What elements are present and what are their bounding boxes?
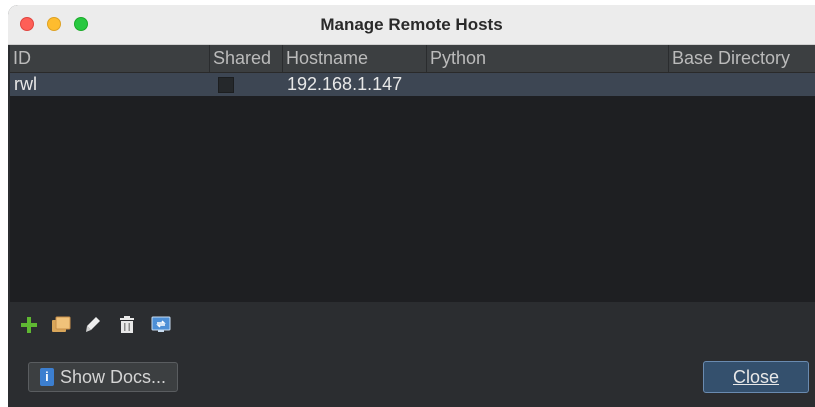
cell-id: rwl xyxy=(14,74,37,94)
column-header-id[interactable]: ID xyxy=(10,45,210,72)
cell-hostname: 192.168.1.147 xyxy=(287,74,403,94)
column-header-hostname[interactable]: Hostname xyxy=(283,45,427,72)
add-host-icon[interactable] xyxy=(18,314,40,336)
info-icon: i xyxy=(39,368,54,386)
edit-host-icon[interactable] xyxy=(82,314,104,336)
title-bar: Manage Remote Hosts xyxy=(8,5,815,45)
shared-checkbox[interactable] xyxy=(218,77,234,93)
hosts-toolbar xyxy=(10,302,815,352)
cell-shared xyxy=(210,73,283,96)
manage-remote-hosts-window: Manage Remote Hosts ID Shared Hostname P… xyxy=(8,5,815,407)
cell-python xyxy=(427,73,669,96)
close-label: Close xyxy=(732,366,780,387)
column-header-base-directory[interactable]: Base Directory xyxy=(669,45,815,72)
show-docs-label: Show Docs... xyxy=(59,366,167,387)
close-button[interactable]: Close xyxy=(703,361,809,393)
show-docs-button[interactable]: i Show Docs... xyxy=(28,362,178,392)
column-header-shared[interactable]: Shared xyxy=(210,45,283,72)
table-row[interactable]: rwl 192.168.1.147 xyxy=(10,73,815,96)
remote-desktop-icon[interactable] xyxy=(150,314,172,336)
column-header-python[interactable]: Python xyxy=(427,45,669,72)
dialog-footer: i Show Docs... Close xyxy=(8,352,815,407)
window-title: Manage Remote Hosts xyxy=(320,15,503,34)
cell-base-directory xyxy=(669,73,815,96)
delete-host-icon[interactable] xyxy=(116,314,138,336)
copy-host-icon[interactable] xyxy=(50,314,72,336)
table-header: ID Shared Hostname Python Base Directory xyxy=(10,45,815,73)
hosts-table: ID Shared Hostname Python Base Directory… xyxy=(10,45,815,302)
